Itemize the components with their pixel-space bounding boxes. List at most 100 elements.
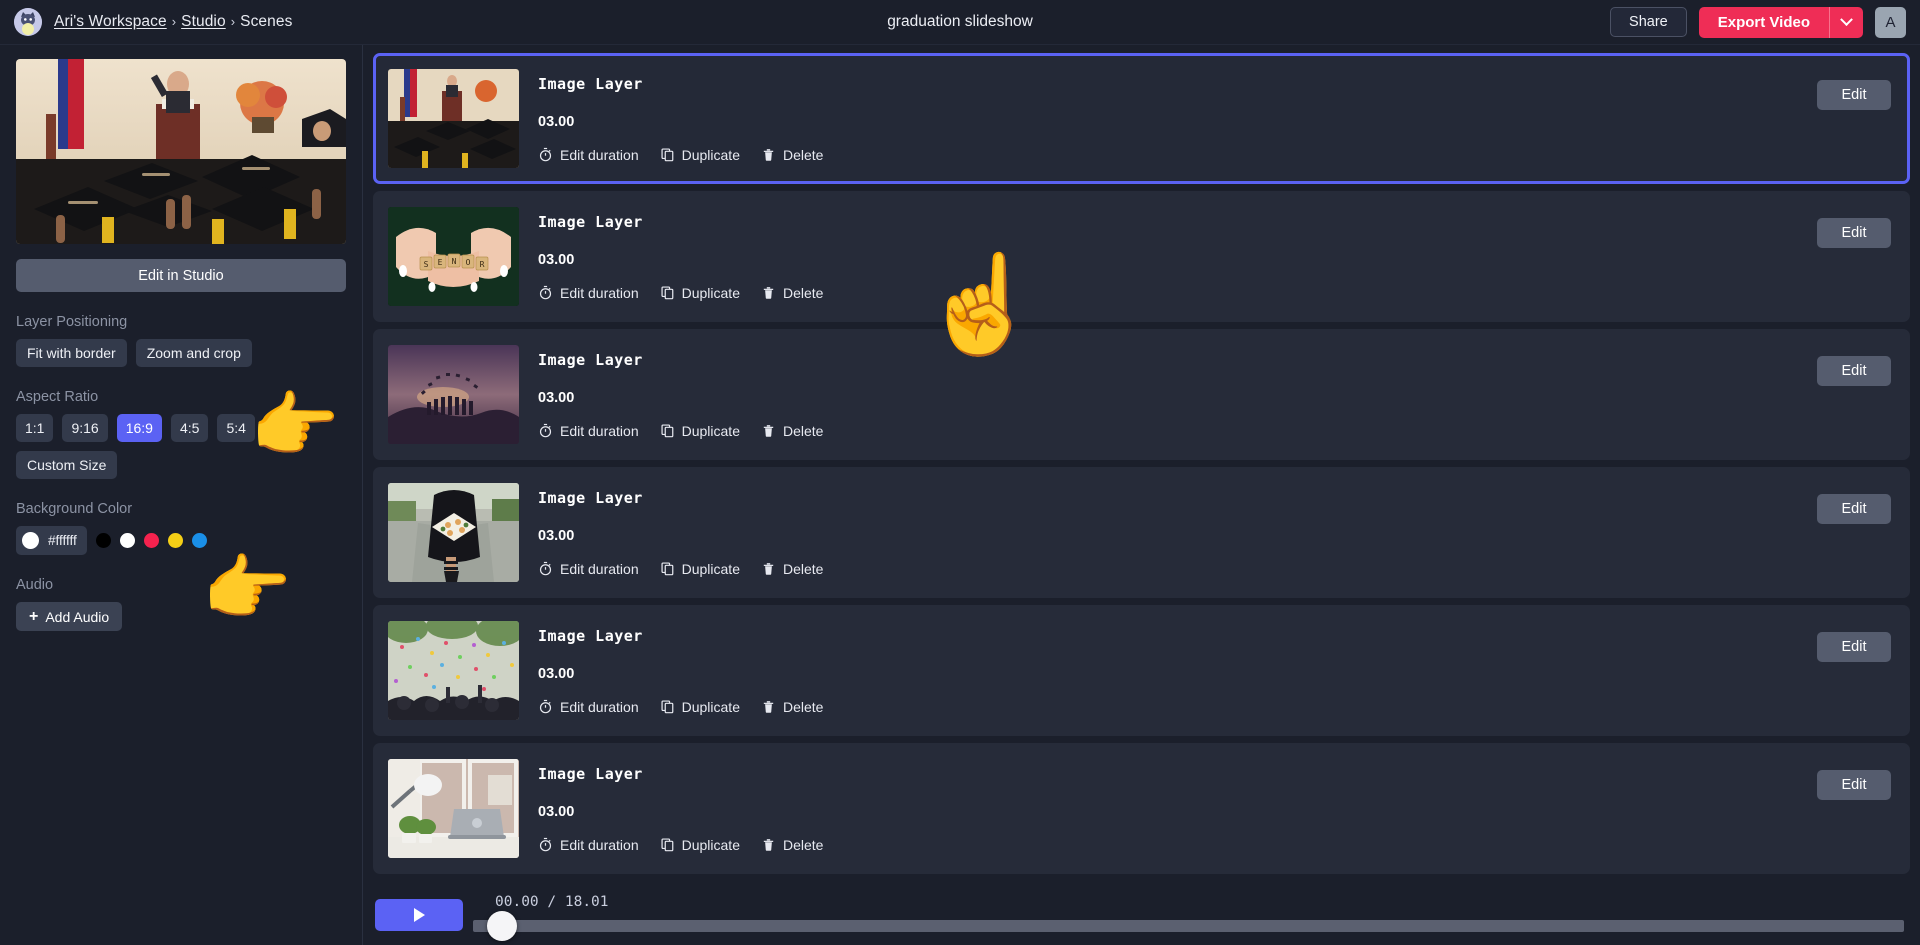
breadcrumb-current: Scenes (240, 13, 293, 30)
edit-button[interactable]: Edit (1817, 770, 1891, 800)
chevron-down-icon[interactable] (1829, 6, 1863, 38)
duplicate-button[interactable]: Duplicate (660, 285, 740, 301)
table-row[interactable]: Image Layer 03.00 Edit duration Duplicat… (373, 467, 1910, 598)
timeline[interactable]: 00.00 / 18.01 (473, 894, 1908, 941)
aspect-ratio-9-16[interactable]: 9:16 (62, 414, 108, 442)
delete-button[interactable]: Delete (761, 423, 823, 439)
scene-duration: 03.00 (538, 527, 575, 544)
breadcrumb-workspace[interactable]: Ari's Workspace (54, 13, 167, 30)
edit-button[interactable]: Edit (1817, 218, 1891, 248)
aspect-ratio-4-5[interactable]: 4:5 (170, 414, 209, 442)
edit-duration-button[interactable]: Edit duration (538, 837, 639, 853)
copy-icon (661, 286, 673, 300)
duplicate-label: Duplicate (681, 698, 740, 715)
trash-icon (763, 287, 774, 299)
table-row[interactable]: Image Layer 03.00 Edit duration Duplicat… (373, 605, 1910, 736)
duplicate-label: Duplicate (681, 836, 740, 853)
delete-button[interactable]: Delete (761, 147, 823, 163)
aspect-ratio-1-1[interactable]: 1:1 (16, 414, 54, 442)
table-row[interactable]: Image Layer 03.00 Edit duration Duplicat… (373, 329, 1910, 460)
copy-icon (661, 148, 673, 162)
duplicate-button[interactable]: Duplicate (660, 699, 740, 715)
table-row[interactable]: Image Layer 03.00 Edit duration Duplicat… (373, 53, 1910, 184)
aspect-ratio-custom-size[interactable]: Custom Size (16, 451, 118, 479)
edit-duration-button[interactable]: Edit duration (538, 423, 639, 439)
background-color-picker[interactable]: #ffffff (16, 526, 87, 555)
edit-duration-label: Edit duration (560, 422, 639, 439)
add-audio-label: Add Audio (45, 608, 110, 625)
layer-positioning-options: Fit with border Zoom and crop (16, 339, 346, 367)
edit-duration-button[interactable]: Edit duration (538, 147, 639, 163)
current-time: 00.00 (495, 894, 539, 910)
play-button[interactable] (375, 899, 463, 931)
scene-duration: 03.00 (538, 251, 575, 268)
scene-thumbnail (388, 483, 519, 582)
audio-label: Audio (16, 577, 54, 593)
delete-button[interactable]: Delete (761, 699, 823, 715)
svg-text:R: R (480, 260, 485, 269)
color-swatch-black[interactable] (95, 533, 111, 548)
delete-button[interactable]: Delete (761, 285, 823, 301)
duplicate-button[interactable]: Duplicate (660, 423, 740, 439)
playback-bar: 00.00 / 18.01 (363, 885, 1920, 945)
duplicate-button[interactable]: Duplicate (660, 561, 740, 577)
export-video-button[interactable]: Export Video (1698, 6, 1829, 38)
time-separator: / (547, 894, 557, 910)
avatar[interactable]: A (1875, 6, 1906, 38)
duplicate-button[interactable]: Duplicate (660, 147, 740, 163)
option-zoom-and-crop[interactable]: Zoom and crop (135, 339, 252, 367)
scene-info: Image Layer 03.00 Edit duration Duplicat… (538, 75, 1817, 163)
option-fit-with-border[interactable]: Fit with border (16, 339, 127, 367)
layer-name: Image Layer (538, 764, 643, 783)
edit-in-studio-button[interactable]: Edit in Studio (16, 259, 346, 292)
edit-duration-button[interactable]: Edit duration (538, 561, 639, 577)
edit-button[interactable]: Edit (1817, 356, 1891, 386)
stopwatch-icon (539, 147, 552, 162)
export-video-group: Export Video (1698, 6, 1863, 38)
stopwatch-icon (539, 423, 552, 438)
share-button[interactable]: Share (1610, 7, 1687, 37)
color-swatch-blue[interactable] (191, 533, 207, 548)
breadcrumb-separator: › (230, 14, 236, 29)
layer-name: Image Layer (538, 488, 643, 507)
trash-icon (763, 563, 774, 575)
duplicate-label: Duplicate (681, 284, 740, 301)
table-row[interactable]: Image Layer 03.00 Edit duration Duplicat… (373, 743, 1910, 874)
cat-avatar-icon[interactable] (14, 8, 42, 36)
scene-info: Image Layer 03.00 Edit duration Duplicat… (538, 213, 1817, 301)
edit-duration-button[interactable]: Edit duration (538, 285, 639, 301)
breadcrumb-studio[interactable]: Studio (181, 13, 226, 30)
edit-button[interactable]: Edit (1817, 494, 1891, 524)
scene-thumbnail (388, 345, 519, 444)
duplicate-button[interactable]: Duplicate (660, 837, 740, 853)
table-row[interactable]: SENOR Image Layer 03.00 Edit duration Du… (373, 191, 1910, 322)
aspect-ratio-5-4[interactable]: 5:4 (217, 414, 255, 442)
color-swatch-yellow[interactable] (167, 533, 183, 548)
edit-duration-button[interactable]: Edit duration (538, 699, 639, 715)
trash-icon (763, 839, 774, 851)
timeline-track[interactable] (473, 920, 1904, 932)
stopwatch-icon (539, 699, 552, 714)
copy-icon (661, 838, 673, 852)
delete-label: Delete (782, 560, 824, 577)
edit-button[interactable]: Edit (1817, 632, 1891, 662)
color-swatch-red[interactable] (143, 533, 159, 548)
scene-thumbnail (388, 621, 519, 720)
aspect-ratio-options: 1:1 9:16 16:9 4:5 5:4 Custom Size (16, 414, 346, 479)
add-audio-button[interactable]: + Add Audio (16, 602, 123, 631)
trash-icon (763, 149, 774, 161)
background-color-row: #ffffff (16, 526, 346, 555)
timeline-scrubber[interactable] (487, 911, 517, 941)
color-swatch-white[interactable] (119, 533, 135, 548)
scene-actions: Edit duration Duplicate Delete (538, 699, 1817, 715)
scene-actions: Edit duration Duplicate Delete (538, 285, 1817, 301)
background-color-label: Background Color (16, 501, 133, 517)
delete-button[interactable]: Delete (761, 561, 823, 577)
scene-list[interactable]: Image Layer 03.00 Edit duration Duplicat… (373, 53, 1910, 945)
edit-duration-label: Edit duration (560, 698, 639, 715)
layer-name: Image Layer (538, 74, 643, 93)
edit-button[interactable]: Edit (1817, 80, 1891, 110)
aspect-ratio-16-9[interactable]: 16:9 (116, 414, 162, 442)
background-color-value: #ffffff (48, 533, 77, 548)
delete-button[interactable]: Delete (761, 837, 823, 853)
